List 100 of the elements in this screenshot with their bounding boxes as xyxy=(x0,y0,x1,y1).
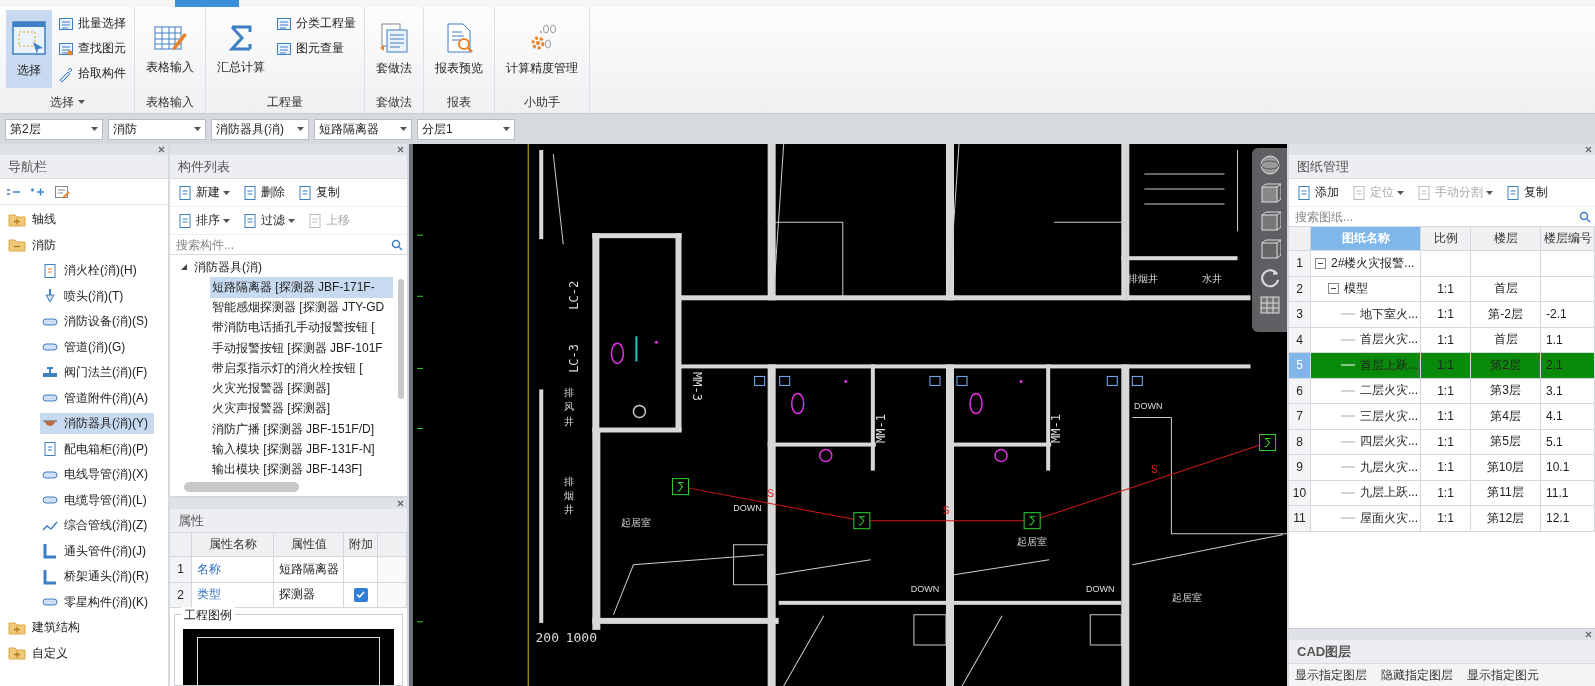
tree-item[interactable]: 配电箱柜(消)(P) xyxy=(40,438,154,460)
tree-row[interactable]: 2#楼火灾报警... xyxy=(1311,251,1421,277)
room-label: 起居室 xyxy=(1172,591,1203,603)
tree-folder[interactable]: 建筑结构 xyxy=(6,617,86,639)
close-icon[interactable] xyxy=(397,500,404,507)
ribbon-button[interactable]: 计算精度管理 xyxy=(501,10,583,88)
ribbon-button[interactable]: 选择 xyxy=(6,10,52,88)
ribbon-button[interactable]: 汇总计算 xyxy=(212,10,270,88)
close-icon[interactable] xyxy=(1585,631,1592,638)
column-header[interactable]: 楼层 xyxy=(1471,227,1541,251)
scrollbar-thumb[interactable] xyxy=(184,482,299,492)
tree-row[interactable]: 首层火灾... xyxy=(1311,327,1421,353)
search-field[interactable]: 搜索构件... xyxy=(174,236,376,253)
component-item[interactable]: 火灾光报警器 [探测器] xyxy=(210,378,393,399)
dropdown[interactable]: 第2层 xyxy=(5,118,103,140)
layer-button[interactable]: 隐藏指定图层 xyxy=(1381,666,1453,684)
column-header[interactable]: 属性名称 xyxy=(192,533,274,557)
toolbar-button[interactable]: 复制 xyxy=(1502,184,1551,201)
tree-group[interactable]: 消防器具(消) xyxy=(178,257,393,278)
ribbon-button[interactable]: 套做法 xyxy=(371,10,417,88)
dropdown[interactable]: 消防 xyxy=(108,118,206,140)
component-item[interactable]: 消防广播 [探测器 JBF-151F/D] xyxy=(210,419,393,440)
tree-item[interactable]: 电线导管(消)(X) xyxy=(40,464,154,486)
ribbon-small-button[interactable]: 图元查量 xyxy=(274,37,358,60)
table-cell: 第11层 xyxy=(1471,480,1541,506)
tree-item[interactable]: 综合管线(消)(Z) xyxy=(40,515,154,537)
scrollbar-thumb[interactable] xyxy=(398,279,404,399)
tree-folder[interactable]: 轴线 xyxy=(6,209,62,231)
property-value: 短路隔离器 xyxy=(274,557,344,583)
dropdown[interactable]: 消防器具(消) xyxy=(211,118,309,140)
close-icon[interactable] xyxy=(158,146,165,153)
tree-row[interactable]: 屋面火灾... xyxy=(1311,506,1421,532)
toolbar-button[interactable]: 添加 xyxy=(1293,184,1342,201)
dropdown[interactable]: 短路隔离器 xyxy=(314,118,412,140)
component-item[interactable]: 短路隔离器 [探测器 JBF-171F- xyxy=(210,277,393,298)
component-item[interactable]: 输入模块 [探测器 JBF-131F-N] xyxy=(210,439,393,460)
toolbar-button[interactable]: 复制 xyxy=(294,184,343,201)
checkbox[interactable] xyxy=(353,587,368,602)
search-field[interactable]: 搜索图纸... xyxy=(1293,208,1556,225)
close-icon[interactable] xyxy=(397,146,404,153)
tree-item[interactable]: 桥架通头(消)(R) xyxy=(40,566,155,588)
tree-row[interactable]: 首层上跃... xyxy=(1311,353,1421,379)
component-item[interactable]: 输出模块 [探测器 JBF-143F] xyxy=(210,459,393,480)
component-item[interactable]: 带消防电话插孔手动报警按钮 [ xyxy=(210,317,393,339)
ribbon-small-button[interactable]: 分类工程量 xyxy=(274,12,358,35)
tree-folder[interactable]: 自定义 xyxy=(6,642,74,664)
column-header[interactable]: 楼层编号 xyxy=(1541,227,1595,251)
tree-item[interactable]: 零星构件(消)(K) xyxy=(40,591,154,613)
column-header[interactable]: 比例 xyxy=(1421,227,1471,251)
tree-row[interactable]: 九层上跃... xyxy=(1311,480,1421,506)
tree-folder[interactable]: 消防 xyxy=(6,234,62,256)
tree-item[interactable]: 管道(消)(G) xyxy=(40,336,132,358)
table-cell: 第10层 xyxy=(1471,455,1541,481)
tree-row[interactable]: 三层火灾... xyxy=(1311,404,1421,430)
component-item[interactable]: 手动报警按钮 [探测器 JBF-101F xyxy=(210,338,393,359)
panel-title: 构件列表 xyxy=(170,155,407,179)
dropdown[interactable]: 分层1 xyxy=(417,118,515,140)
layer-button[interactable]: 显示指定图元 xyxy=(1467,666,1539,684)
close-icon[interactable] xyxy=(1585,146,1592,153)
tree-row[interactable]: 二层火灾... xyxy=(1311,378,1421,404)
ribbon-button[interactable]: 表格输入 xyxy=(141,10,199,88)
component-item[interactable]: 带启泵指示灯的消火栓按钮 [ xyxy=(210,358,393,379)
tree-item[interactable]: 消防器具(消)(Y) xyxy=(40,413,154,435)
collapse-toggle[interactable] xyxy=(1328,283,1339,295)
toolbar-button[interactable]: 排序 xyxy=(174,212,233,229)
caret-icon xyxy=(77,100,85,104)
toolbar-button[interactable]: 新建 xyxy=(174,184,233,201)
cad-label: MM-1 xyxy=(1049,414,1064,443)
ribbon-button[interactable]: 报表预览 xyxy=(430,10,488,88)
layer-button[interactable]: 显示指定图层 xyxy=(1295,666,1367,684)
table-cell: 1:1 xyxy=(1421,480,1471,506)
component-item[interactable]: 智能感烟探测器 [探测器 JTY-GD xyxy=(210,297,393,318)
tree-line-icon xyxy=(1341,338,1355,341)
tree-item[interactable]: 阀门法兰(消)(F) xyxy=(40,362,154,384)
tree-row[interactable]: 模型 xyxy=(1311,276,1421,302)
tree-row[interactable]: 九层火灾... xyxy=(1311,455,1421,481)
stair-label: DOWN xyxy=(733,502,762,513)
component-item[interactable]: 火灾声报警器 [探测器] xyxy=(210,398,393,420)
ribbon-small-button[interactable]: 批量选择 xyxy=(56,12,128,35)
table-cell: 4.1 xyxy=(1541,404,1595,430)
ribbon-small-button[interactable]: 拾取构件 xyxy=(56,62,128,85)
table-cell: 首层 xyxy=(1471,276,1541,302)
drawing-canvas[interactable]: LC-2 LC-3 MM-3 MM-1 MM-1 200 1000 DOWN DOWN DOWN DOWN 起居室 起居室 起居室 排烟井 水井 排风井 排烟井 S S S xyxy=(409,144,1287,686)
tree-item[interactable]: 管道附件(消)(A) xyxy=(40,387,154,409)
toolbar-button[interactable]: 删除 xyxy=(239,184,288,201)
tree-item[interactable]: 通头管件(消)(J) xyxy=(40,540,152,562)
ribbon-small-button[interactable]: 查找图元 xyxy=(56,37,128,60)
tree-row[interactable]: 地下室火... xyxy=(1311,302,1421,328)
tree-line-icon xyxy=(1341,364,1355,367)
toolbar-button[interactable]: 过滤 xyxy=(239,212,298,229)
tree-item[interactable]: 电缆导管(消)(L) xyxy=(40,489,153,511)
tree-row[interactable]: 四层火灾... xyxy=(1311,429,1421,455)
tree-item[interactable]: 喷头(消)(T) xyxy=(40,285,130,307)
collapse-toggle[interactable] xyxy=(1315,257,1326,269)
table-cell: 2.1 xyxy=(1541,353,1595,379)
column-header[interactable]: 属性值 xyxy=(274,533,344,557)
tree-item[interactable]: 消防设备(消)(S) xyxy=(40,311,154,333)
column-header[interactable]: 附加 xyxy=(344,533,378,557)
tree-item[interactable]: 消火栓(消)(H) xyxy=(40,260,143,282)
tree-line-icon xyxy=(1341,491,1355,494)
